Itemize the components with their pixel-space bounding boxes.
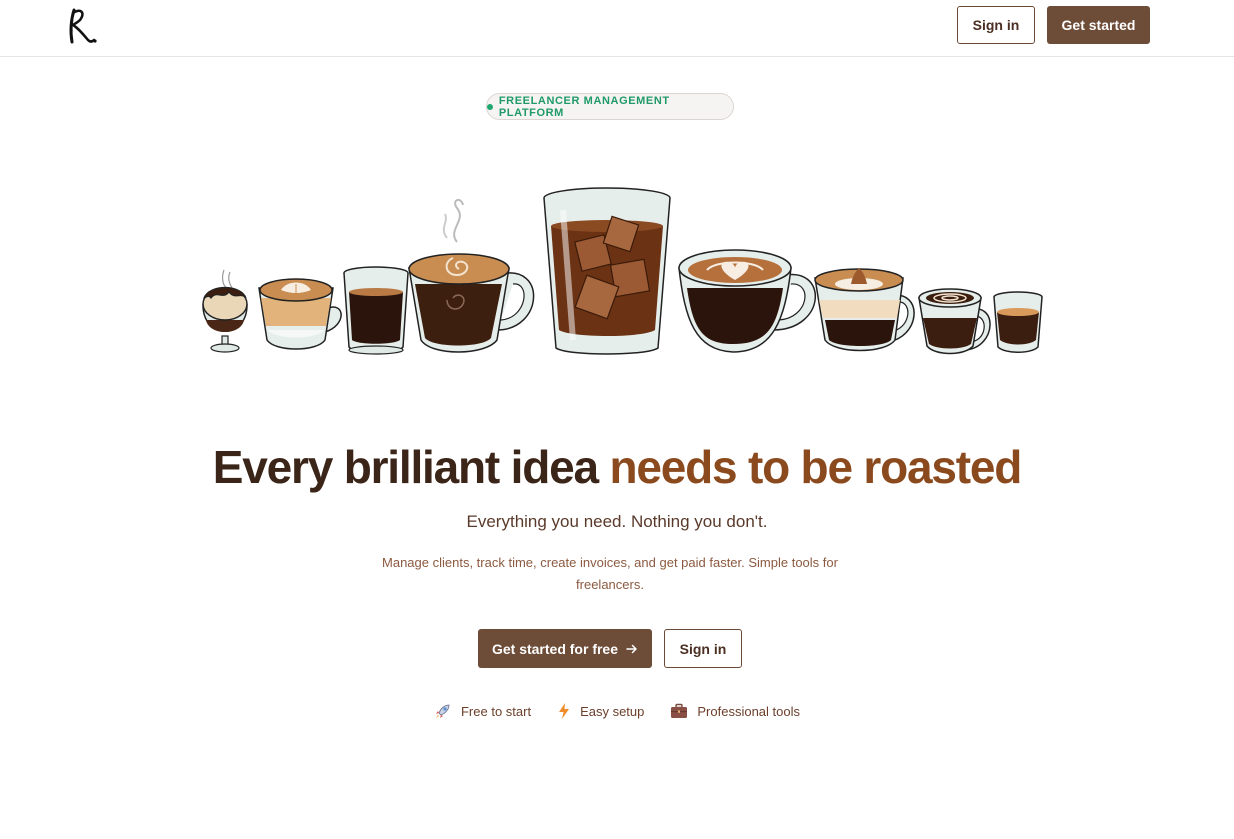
feature-label: Free to start — [460, 703, 532, 719]
cta-primary-label: Get started for free — [491, 640, 619, 657]
badge-label: FREELANCER MANAGEMENT PLATFORM — [498, 94, 670, 119]
feature-item-tools: Professional tools — [670, 702, 800, 720]
top-navigation-bar: Sign in Get started — [0, 0, 1234, 57]
briefcase-icon — [671, 703, 688, 718]
shot-glass-icon — [993, 291, 1043, 353]
feature-label: Professional tools — [697, 703, 801, 719]
affogato-cup-icon — [202, 269, 248, 353]
mocha-cup-icon — [918, 288, 991, 355]
rocket-icon — [435, 704, 450, 718]
arrow-right-icon — [626, 644, 637, 653]
nav-get-started-button[interactable]: Get started — [1047, 6, 1150, 44]
feature-item-free: Free to start — [434, 702, 531, 720]
feature-item-setup: Easy setup — [557, 702, 644, 720]
steaming-mug-icon — [408, 198, 535, 353]
hero-headline: Every brilliant idea needs to be roasted — [0, 440, 1234, 494]
headline-main-text: Every brilliant idea — [212, 441, 610, 493]
get-started-free-button[interactable]: Get started for free — [478, 629, 652, 668]
lightning-icon — [559, 703, 570, 719]
iced-coffee-glass-icon — [543, 187, 671, 355]
hero-description: Manage clients, track time, create invoi… — [382, 555, 838, 592]
hero-subtitle: Everything you need. Nothing you don't. — [466, 512, 768, 531]
hero-sign-in-button[interactable]: Sign in — [664, 629, 742, 668]
category-badge: FREELANCER MANAGEMENT PLATFORM — [486, 93, 734, 120]
status-dot-icon — [487, 103, 493, 110]
feature-list: Free to start Easy setup Professional to… — [0, 702, 1234, 720]
latte-cup-icon — [258, 278, 342, 350]
heart-latte-cup-icon — [678, 249, 816, 353]
headline-accent-text: needs to be roasted — [609, 441, 1022, 493]
nav-sign-in-button[interactable]: Sign in — [957, 6, 1035, 44]
coffee-cups-illustration — [202, 187, 1043, 355]
espresso-glass-icon — [343, 266, 409, 355]
feature-label: Easy setup — [580, 703, 645, 719]
macchiato-cup-icon — [814, 268, 915, 352]
logo-icon[interactable] — [66, 4, 100, 48]
